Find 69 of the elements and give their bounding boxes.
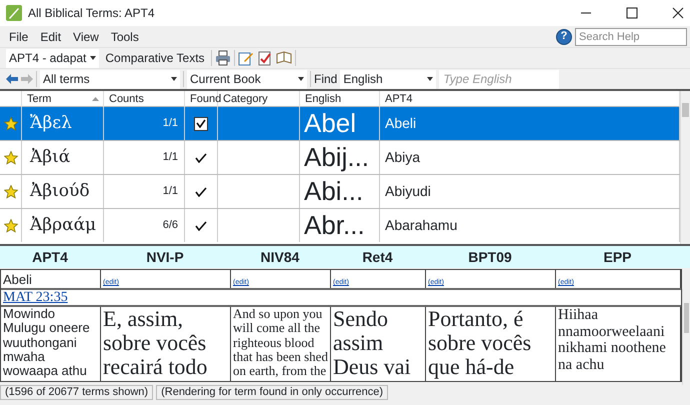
rendering-text: Abeli <box>3 272 32 287</box>
term-text: Ἄβελ <box>30 112 72 135</box>
checklist-icon[interactable] <box>256 50 273 66</box>
close-icon[interactable] <box>672 7 684 19</box>
rendering-text: Abeli <box>385 114 416 133</box>
rendering-text: Abiyudi <box>385 182 431 201</box>
column-header: EPP <box>602 248 632 266</box>
column-header: APT4 <box>31 248 69 266</box>
column-header: Ret4 <box>361 248 394 266</box>
language-dropdown[interactable]: English <box>340 70 436 88</box>
star-icon <box>4 184 18 198</box>
caret-icon <box>298 77 304 81</box>
caret-icon <box>427 77 434 81</box>
caret-icon <box>171 77 177 81</box>
reference-link[interactable]: MAT 23:35 <box>3 290 68 305</box>
caret-icon <box>90 56 96 60</box>
term-text: Ἀβιούδ <box>30 180 90 203</box>
star-icon <box>4 150 18 164</box>
english-gloss: Abij... <box>304 141 370 174</box>
scrollbar[interactable] <box>680 91 690 244</box>
rendering-text: Abiya <box>385 148 420 167</box>
count-text: 1/1 <box>162 184 178 200</box>
printer-icon[interactable] <box>214 50 231 66</box>
menu-item[interactable]: Edit <box>34 28 68 46</box>
terms-dropdown[interactable]: All terms <box>40 70 180 88</box>
search-field[interactable]: Search Help <box>575 28 687 46</box>
book-icon[interactable] <box>276 50 292 66</box>
maximize-icon[interactable] <box>626 7 638 19</box>
scope-dropdown[interactable]: Current Book <box>187 70 307 88</box>
back-arrow-icon[interactable] <box>6 74 18 84</box>
help-icon[interactable]: ? <box>556 28 572 44</box>
term-text: Ἀβιά <box>30 146 70 169</box>
verse-text: E, assim, sobre vocês recairá todo <box>103 307 208 380</box>
verse-text: Portanto, é sobre vocês que há-de <box>428 307 532 380</box>
column-header: NIV84 <box>260 248 300 266</box>
verse-text: Hiihaa nnamoorweelaani nikhami noothene na achu <box>558 307 666 372</box>
sort-arrow-icon <box>92 97 99 102</box>
term-row[interactable]: Ἀβιούδ 1/1 Abi... Abiyudi <box>0 174 680 208</box>
comparative-texts-button[interactable]: Comparative Texts <box>102 49 208 67</box>
term-row[interactable]: Ἄβελ 1/1 Abel Abeli <box>0 106 680 140</box>
menu-item[interactable]: View <box>67 28 105 46</box>
term-row[interactable]: Ἀβιά 1/1 Abij... Abiya <box>0 140 680 174</box>
find-label: Find <box>314 71 338 88</box>
count-text: 6/6 <box>162 218 178 234</box>
verse-text: Sendo assim Deus vai <box>333 307 411 380</box>
menu-item[interactable]: Tools <box>104 28 145 46</box>
app-logo-icon <box>6 5 22 21</box>
star-icon <box>4 116 18 130</box>
status-text: (Rendering for term found in only occurrence) <box>156 385 388 400</box>
verse-text: And so upon you will come all the righteous blood that has been shed on earth, from the <box>233 307 328 378</box>
count-text: 1/1 <box>162 150 178 166</box>
find-field[interactable]: Type English <box>439 70 560 88</box>
count-text: 1/1 <box>162 116 178 132</box>
verse-text: Mowindo Mulugu oneere wuuthongani mwaha wowaapa athu <box>3 307 90 378</box>
rendering-text: Abarahamu <box>385 216 458 235</box>
english-gloss: Abi... <box>304 175 364 208</box>
column-header: BPT09 <box>467 248 513 266</box>
check-icon <box>196 119 206 128</box>
column-header: NVI-P <box>145 248 185 266</box>
window-title: All Biblical Terms: APT4 <box>28 5 156 22</box>
edit-note-icon[interactable] <box>238 50 254 66</box>
term-row[interactable]: Ἀβραάμ 6/6 Abr... Abarahamu <box>0 208 680 242</box>
menu-item[interactable]: File <box>3 28 34 46</box>
star-icon <box>4 218 18 232</box>
term-text: Ἀβραάμ <box>30 214 96 237</box>
project-dropdown[interactable]: APT4 - adapat <box>6 48 100 68</box>
english-gloss: Abel <box>304 107 356 140</box>
english-gloss: Abr... <box>304 209 365 242</box>
status-text: (1596 of 20677 terms shown) <box>0 385 154 400</box>
